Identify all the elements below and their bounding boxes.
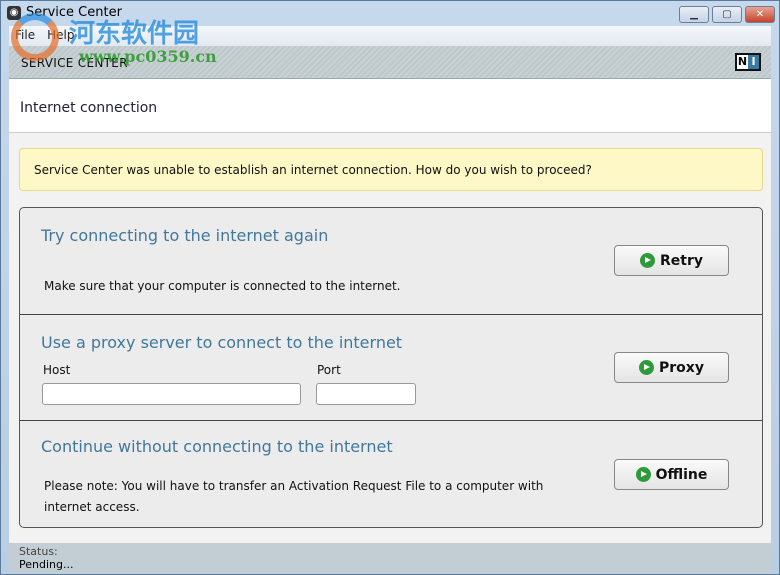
play-icon <box>635 467 651 482</box>
play-icon <box>640 253 655 268</box>
proxy-button[interactable]: Proxy <box>614 352 729 383</box>
ni-logo: NI <box>735 53 761 71</box>
offline-section: Continue without connecting to the inter… <box>20 421 762 527</box>
title-bar[interactable]: ◉ Service Center ▁ ▢ ✕ <box>1 1 779 26</box>
retry-title: Try connecting to the internet again <box>41 226 329 245</box>
retry-text: Make sure that your computer is connecte… <box>44 279 401 293</box>
proxy-section: Use a proxy server to connect to the int… <box>20 315 762 421</box>
menu-bar: File Help <box>9 26 771 46</box>
offline-title: Continue without connecting to the inter… <box>41 437 393 456</box>
maximize-button[interactable]: ▢ <box>712 6 742 23</box>
port-input[interactable] <box>316 383 416 405</box>
status-label: Status: <box>19 545 58 558</box>
retry-button[interactable]: Retry <box>614 245 729 276</box>
app-window: ◉ Service Center ▁ ▢ ✕ File Help SERVICE … <box>0 0 780 575</box>
retry-section: Try connecting to the internet again Mak… <box>20 208 762 315</box>
app-icon: ◉ <box>7 6 21 20</box>
client-area: SERVICE CENTER NI Internet connection Se… <box>9 46 771 573</box>
offline-button[interactable]: Offline <box>614 459 729 490</box>
brand-bar: SERVICE CENTER NI <box>9 46 771 79</box>
menu-help[interactable]: Help <box>41 26 80 44</box>
proxy-title: Use a proxy server to connect to the int… <box>41 333 403 352</box>
host-input[interactable] <box>42 383 301 405</box>
page-heading: Internet connection <box>9 79 771 133</box>
menu-file[interactable]: File <box>9 26 41 44</box>
status-bar: Status: Pending... <box>9 543 771 573</box>
minimize-button[interactable]: ▁ <box>679 6 709 23</box>
host-label: Host <box>43 363 71 377</box>
port-label: Port <box>317 363 341 377</box>
offline-text: Please note: You will have to transfer a… <box>44 479 544 514</box>
window-title: Service Center <box>26 5 122 20</box>
brand-title: SERVICE CENTER <box>21 56 128 70</box>
play-icon <box>639 360 655 375</box>
status-value: Pending... <box>19 558 74 571</box>
warning-notice: Service Center was unable to establish a… <box>19 148 763 191</box>
options-panel: Try connecting to the internet again Mak… <box>19 207 763 528</box>
close-button[interactable]: ✕ <box>745 6 775 23</box>
